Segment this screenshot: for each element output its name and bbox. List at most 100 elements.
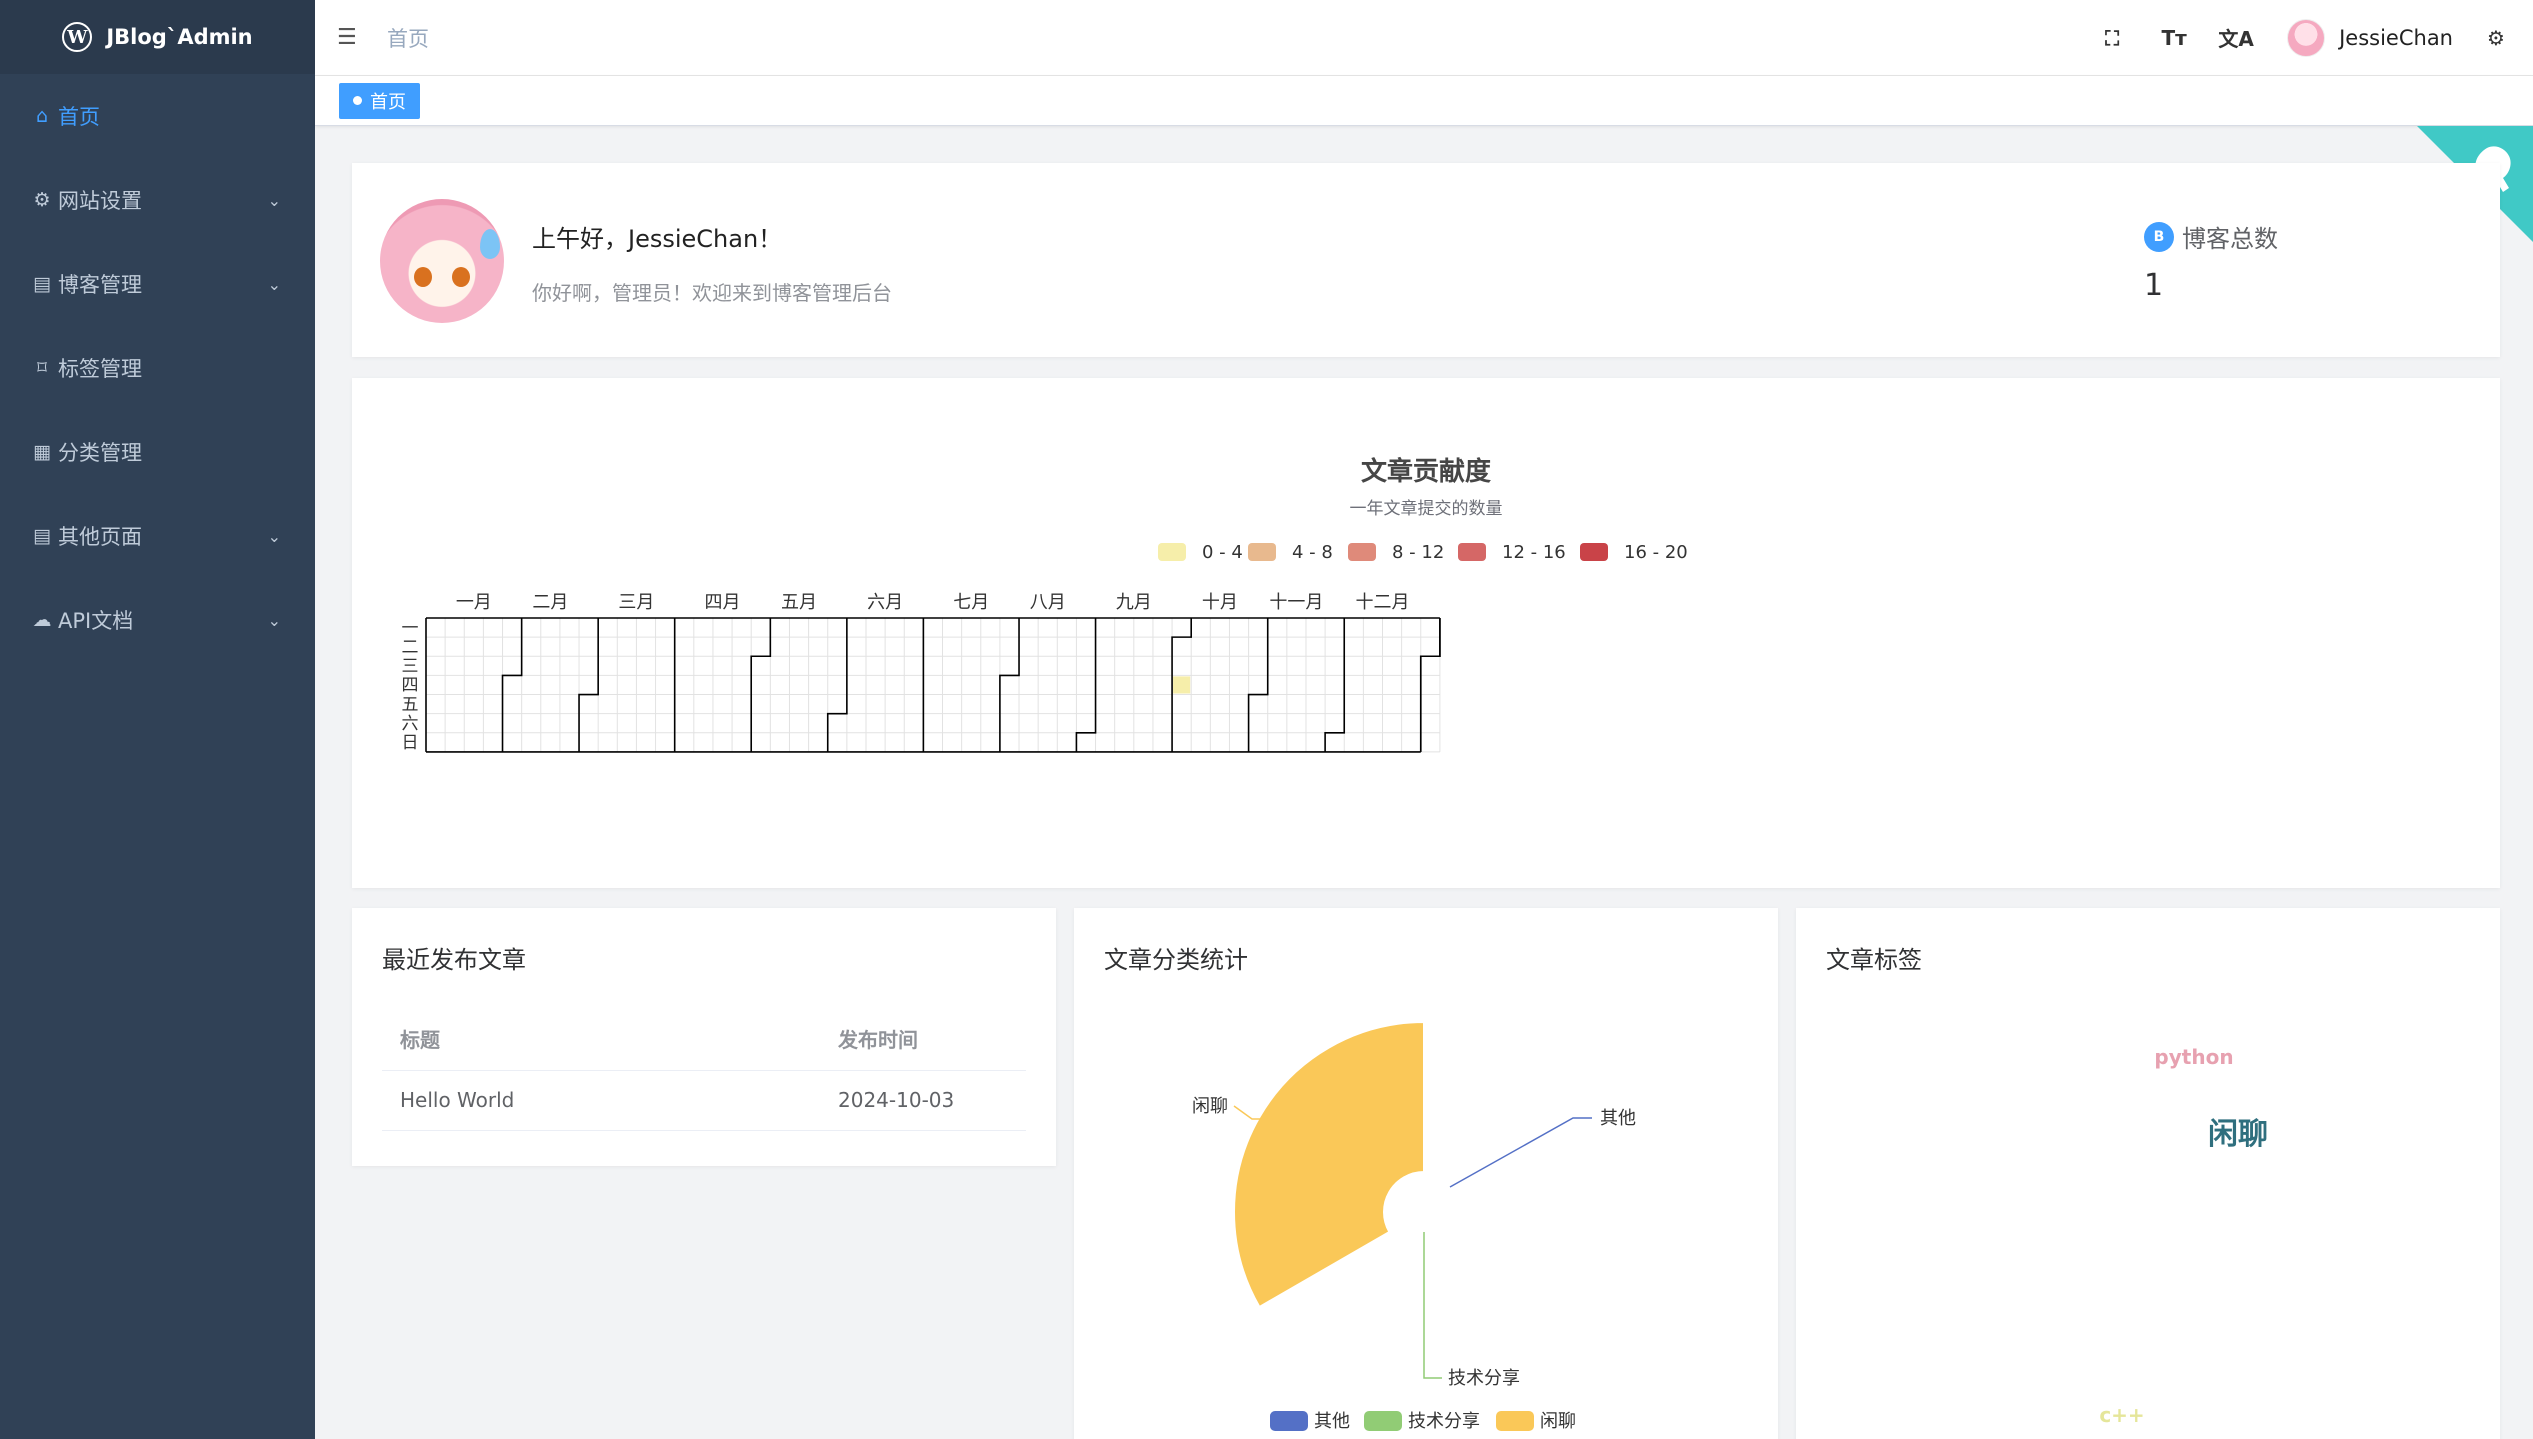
sidebar-item-label: 其他页面 [58, 525, 142, 549]
blog-icon: B [2144, 221, 2174, 252]
month-label: 十月 [1202, 592, 1238, 613]
home-icon: ⌂ [35, 105, 49, 127]
tag-word: c++ [2099, 1403, 2144, 1427]
tab-home[interactable]: 首页 [339, 82, 420, 119]
month-boundary [1247, 618, 1269, 752]
avatar-eye [414, 267, 432, 287]
weekday-label: 四 [402, 676, 419, 696]
legend-swatch [1458, 543, 1486, 561]
tag-cloud: python 闲聊 c++ [2099, 1045, 2268, 1427]
legend-label: 4 - 8 [1292, 542, 1333, 563]
translate-icon[interactable]: 文A [2205, 23, 2267, 52]
active-dot-icon [353, 96, 362, 105]
avatar-eye [452, 267, 470, 287]
pie-slice-闲聊 [1233, 1021, 1425, 1308]
label-line [1449, 1117, 1592, 1188]
fullscreen-icon[interactable]: ⛶ [2081, 26, 2143, 50]
heatmap-subtitle: 一年文章提交的数量 [1350, 499, 1503, 519]
month-label: 一月 [456, 592, 492, 613]
legend-swatch [1348, 543, 1376, 561]
welcome-card: 上午好，JessieChan！ 你好啊，管理员！欢迎来到博客管理后台 B 博客总… [352, 163, 2500, 357]
month-boundary [999, 618, 1020, 752]
bookmark-icon: ⌑ [37, 357, 47, 379]
month-label: 四月 [705, 592, 741, 613]
weekday-label: 六 [402, 714, 419, 734]
username[interactable]: JessieChan [2339, 26, 2453, 50]
legend-swatch [1496, 1411, 1534, 1431]
card-title: 最近发布文章 [382, 946, 526, 974]
sidebar-item-blog-management[interactable]: ▤ 博客管理 ⌄ [0, 242, 315, 326]
month-label: 十二月 [1356, 592, 1410, 613]
recent-posts-card: 最近发布文章 标题 发布时间 Hello World 2024-10-03 [352, 908, 1056, 1166]
sidebar-item-tag-management[interactable]: ⌑ 标签管理 [0, 326, 315, 410]
column-header-date: 发布时间 [820, 1008, 1026, 1071]
month-label: 十一月 [1269, 592, 1323, 613]
weekday-label: 日 [402, 733, 419, 753]
legend-swatch [1580, 543, 1608, 561]
settings-icon[interactable]: ⚙ [2481, 26, 2511, 50]
chevron-down-icon: ⌄ [267, 526, 281, 546]
sidebar-item-home[interactable]: ⌂ 首页 [0, 74, 315, 158]
month-boundary [1324, 618, 1346, 752]
slice-label: 技术分享 [1448, 1368, 1520, 1389]
greeting-subtitle: 你好啊，管理员！欢迎来到博客管理后台 [532, 281, 892, 305]
month-label: 三月 [618, 592, 654, 613]
weekday-label: 二 [402, 637, 419, 657]
sidebar-item-label: 博客管理 [58, 273, 142, 297]
blog-count-stat: B 博客总数 1 [2144, 219, 2278, 303]
month-label: 九月 [1116, 592, 1152, 613]
logo[interactable]: W JBlog`Admin [0, 0, 315, 74]
legend-swatch [1248, 543, 1276, 561]
tag-cloud-card: 文章标签 python 闲聊 c++ [1796, 908, 2500, 1439]
month-label: 五月 [781, 592, 817, 613]
tag-word: 闲聊 [2208, 1117, 2268, 1152]
legend-swatch [1270, 1411, 1308, 1431]
table-row[interactable]: Hello World 2024-10-03 [382, 1070, 1026, 1131]
tags-view: 首页 [315, 76, 2533, 126]
tab-label: 首页 [370, 91, 406, 113]
month-boundary [750, 618, 772, 752]
chevron-down-icon: ⌄ [267, 610, 281, 630]
month-label: 八月 [1030, 592, 1066, 613]
legend-label: 其他 [1314, 1411, 1350, 1432]
sidebar: W JBlog`Admin ⌂ 首页 ⚙ 网站设置 ⌄ ▤ 博客管理 ⌄ ⌑ 标… [0, 0, 315, 1439]
sidebar-item-api-docs[interactable]: ☁ API文档 ⌄ [0, 578, 315, 662]
table-header-row: 标题 发布时间 [382, 1008, 1026, 1071]
legend-label: 16 - 20 [1624, 542, 1688, 563]
document-icon: ▤ [33, 525, 51, 547]
stat-label: 博客总数 [2182, 225, 2278, 253]
sidebar-item-label: 网站设置 [58, 189, 142, 213]
heatmap-title: 文章贡献度 [1361, 456, 1491, 487]
menu-fold-icon[interactable]: ☰ [337, 25, 367, 50]
sidebar-item-category-management[interactable]: ▦ 分类管理 [0, 410, 315, 494]
sidebar-item-other-pages[interactable]: ▤ 其他页面 ⌄ [0, 494, 315, 578]
post-title-cell[interactable]: Hello World [382, 1070, 820, 1131]
sidebar-item-site-settings[interactable]: ⚙ 网站设置 ⌄ [0, 158, 315, 242]
column-header-title: 标题 [382, 1008, 820, 1071]
wordpress-logo-icon: W [62, 22, 93, 52]
weekday-label: 五 [402, 695, 419, 715]
avatar[interactable] [2287, 18, 2326, 57]
sidebar-item-label: 分类管理 [58, 441, 142, 465]
header-tools: ⛶ Tт 文A JessieChan ⚙ [2081, 18, 2511, 57]
slice-label: 闲聊 [1192, 1096, 1228, 1117]
weekday-label: 一 [402, 618, 419, 638]
chevron-down-icon: ⌄ [267, 274, 281, 294]
legend-label: 闲聊 [1540, 1411, 1576, 1432]
month-label: 二月 [532, 592, 568, 613]
font-size-icon[interactable]: Tт [2143, 26, 2205, 50]
weekday-label: 三 [402, 657, 419, 677]
user-avatar [380, 199, 504, 323]
legend-swatch [1364, 1411, 1402, 1431]
logo-text: JBlog`Admin [106, 25, 253, 49]
month-label: 七月 [953, 592, 989, 613]
document-icon: ▤ [33, 273, 51, 295]
legend-label: 8 - 12 [1392, 542, 1444, 563]
sidebar-item-label: 首页 [58, 105, 100, 129]
heatmap-cell-2024-10-03 [1173, 676, 1191, 694]
chevron-down-icon: ⌄ [267, 190, 281, 210]
tag-word: python [2154, 1045, 2233, 1069]
legend-label: 0 - 4 [1202, 542, 1243, 563]
sidebar-item-label: API文档 [58, 609, 134, 633]
gear-icon: ⚙ [33, 189, 51, 211]
